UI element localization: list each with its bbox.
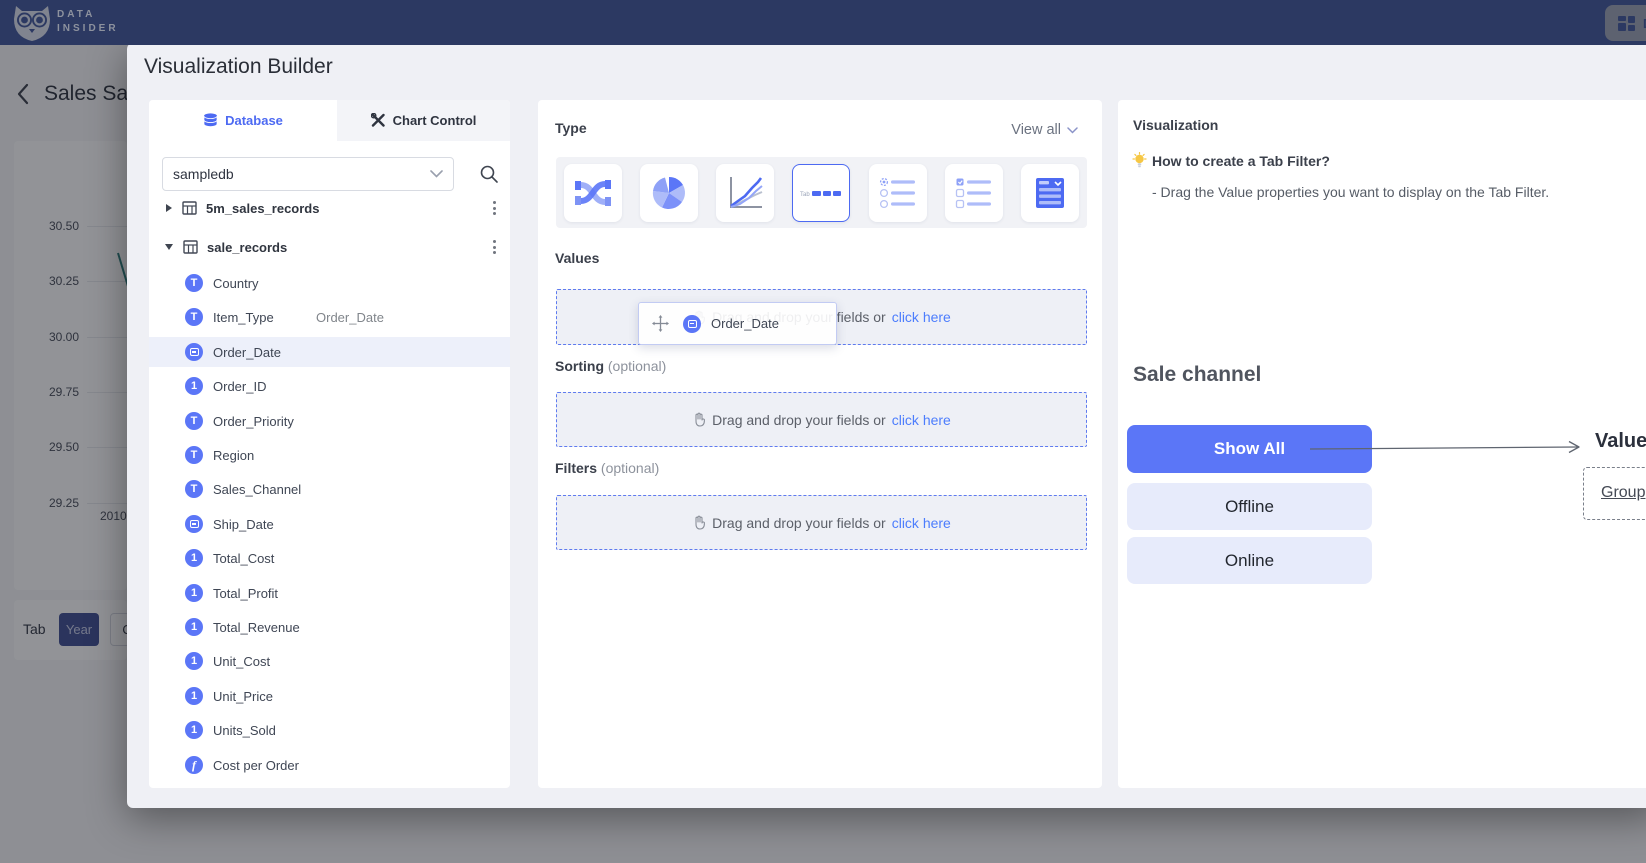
tab-filter-icon: Tab bbox=[800, 186, 842, 200]
field-item[interactable]: TOrder_Priority bbox=[149, 406, 510, 436]
lightbulb-icon bbox=[1131, 152, 1148, 170]
values-click-here-link[interactable]: click here bbox=[892, 309, 951, 325]
tools-icon bbox=[371, 113, 386, 128]
chart-type-line[interactable] bbox=[716, 164, 774, 222]
tip-body: - Drag the Value properties you want to … bbox=[1152, 184, 1549, 200]
field-item[interactable]: 1Total_Revenue bbox=[149, 612, 510, 642]
formula-field-icon: f bbox=[185, 756, 203, 774]
annotation-value-label: Value bbox=[1595, 430, 1646, 453]
number-field-icon: 1 bbox=[185, 687, 203, 705]
preview-tab-offline[interactable]: Offline bbox=[1127, 483, 1372, 530]
annotation-group-box: Group bbox=[1583, 467, 1646, 520]
sankey-icon bbox=[573, 173, 613, 213]
preview-tab-online[interactable]: Online bbox=[1127, 537, 1372, 584]
sorting-section-label: Sorting (optional) bbox=[555, 358, 666, 374]
field-item[interactable]: TCountry bbox=[149, 268, 510, 298]
chart-type-pie[interactable] bbox=[640, 164, 698, 222]
field-item[interactable]: Ship_Date bbox=[149, 509, 510, 539]
brand-name: DATA INSIDER bbox=[57, 8, 119, 36]
text-field-icon: T bbox=[185, 446, 203, 464]
text-field-icon: T bbox=[185, 412, 203, 430]
field-item[interactable]: TRegion bbox=[149, 440, 510, 470]
database-icon bbox=[203, 113, 218, 129]
move-icon bbox=[652, 315, 669, 332]
caret-down-icon[interactable] bbox=[165, 244, 173, 250]
field-item[interactable]: 1Unit_Price bbox=[149, 681, 510, 711]
builder-panel: Type View all bbox=[538, 100, 1102, 788]
number-field-icon: 1 bbox=[185, 549, 203, 567]
dashboard-nav-button[interactable]: D bbox=[1605, 5, 1646, 41]
number-field-icon: 1 bbox=[185, 652, 203, 670]
annotation-group-label: Group bbox=[1601, 484, 1645, 502]
field-item[interactable]: fCost per Order bbox=[149, 750, 510, 780]
database-panel: Database Chart Control sampledb bbox=[149, 100, 510, 788]
text-field-icon: T bbox=[185, 274, 203, 292]
drag-hand-icon bbox=[692, 515, 706, 530]
filters-dropzone[interactable]: Drag and drop your fields or click here bbox=[556, 495, 1087, 550]
type-section-label: Type bbox=[555, 120, 587, 136]
view-all-button[interactable]: View all bbox=[1011, 122, 1078, 138]
caret-right-icon[interactable] bbox=[166, 204, 172, 212]
number-field-icon: 1 bbox=[185, 618, 203, 636]
drag-hand-icon bbox=[692, 412, 706, 427]
tip-title: How to create a Tab Filter? bbox=[1152, 153, 1330, 169]
field-item[interactable]: 1Unit_Cost bbox=[149, 646, 510, 676]
chevron-down-icon bbox=[1067, 127, 1078, 134]
field-item[interactable]: 1Order_ID bbox=[149, 371, 510, 401]
date-field-icon bbox=[185, 515, 203, 533]
values-section-label: Values bbox=[555, 250, 599, 266]
top-navbar: DATA INSIDER D bbox=[0, 0, 1646, 45]
chart-type-radio-list[interactable] bbox=[869, 164, 927, 222]
date-field-icon bbox=[185, 343, 203, 361]
table-menu-icon[interactable] bbox=[493, 201, 496, 215]
svg-text:Tab: Tab bbox=[800, 192, 810, 198]
line-chart-icon bbox=[725, 173, 765, 213]
search-icon[interactable] bbox=[479, 164, 499, 184]
field-item[interactable]: 1Total_Cost bbox=[149, 543, 510, 573]
field-item[interactable]: 1Total_Profit bbox=[149, 578, 510, 608]
filters-click-here-link[interactable]: click here bbox=[892, 515, 951, 531]
database-select[interactable]: sampledb bbox=[162, 157, 454, 191]
chart-type-table[interactable] bbox=[1021, 164, 1079, 222]
annotation-arrow bbox=[1298, 434, 1598, 464]
field-item[interactable]: TSales_Channel bbox=[149, 474, 510, 504]
chart-type-sankey[interactable] bbox=[564, 164, 622, 222]
drag-ghost-label: Order_Date bbox=[316, 310, 384, 325]
tab-chart-control[interactable]: Chart Control bbox=[337, 100, 510, 141]
table-icon bbox=[183, 240, 198, 254]
filters-section-label: Filters (optional) bbox=[555, 460, 659, 476]
visualization-builder-modal: Visualization Builder Database Chart Con… bbox=[127, 43, 1646, 808]
text-field-icon: T bbox=[185, 308, 203, 326]
number-field-icon: 1 bbox=[185, 721, 203, 739]
date-field-icon bbox=[683, 315, 701, 333]
owl-logo-icon bbox=[10, 3, 54, 43]
visualization-title: Visualization bbox=[1133, 117, 1218, 133]
number-field-icon: 1 bbox=[185, 584, 203, 602]
number-field-icon: 1 bbox=[185, 377, 203, 395]
chart-type-strip: Tab bbox=[556, 157, 1087, 228]
table-row-sale-records[interactable]: sale_records bbox=[149, 232, 510, 262]
text-field-icon: T bbox=[185, 480, 203, 498]
modal-title: Visualization Builder bbox=[144, 55, 333, 79]
chart-type-checkbox-list[interactable] bbox=[945, 164, 1003, 222]
visualization-panel: Visualization How to create a Tab Filter… bbox=[1118, 100, 1646, 788]
chevron-down-icon bbox=[430, 170, 443, 178]
checkbox-list-icon bbox=[955, 176, 993, 210]
table-menu-icon[interactable] bbox=[493, 240, 496, 254]
table-icon bbox=[182, 201, 197, 215]
sorting-dropzone[interactable]: Drag and drop your fields or click here bbox=[556, 392, 1087, 447]
field-item-selected[interactable]: Order_Date bbox=[149, 337, 510, 367]
table-row-5m-sales-records[interactable]: 5m_sales_records bbox=[149, 193, 510, 223]
chart-type-tab-filter[interactable]: Tab bbox=[792, 164, 850, 222]
dragged-field-chip[interactable]: Order_Date bbox=[638, 302, 837, 345]
panel-tabbar: Database Chart Control bbox=[149, 100, 510, 141]
table-widget-icon bbox=[1031, 175, 1069, 211]
radio-list-icon bbox=[879, 176, 917, 210]
sorting-click-here-link[interactable]: click here bbox=[892, 412, 951, 428]
dashboard-icon bbox=[1617, 14, 1636, 33]
field-item[interactable]: 1Units_Sold bbox=[149, 715, 510, 745]
tab-database[interactable]: Database bbox=[149, 100, 337, 141]
preview-title: Sale channel bbox=[1133, 363, 1261, 387]
pie-chart-icon bbox=[649, 173, 689, 213]
